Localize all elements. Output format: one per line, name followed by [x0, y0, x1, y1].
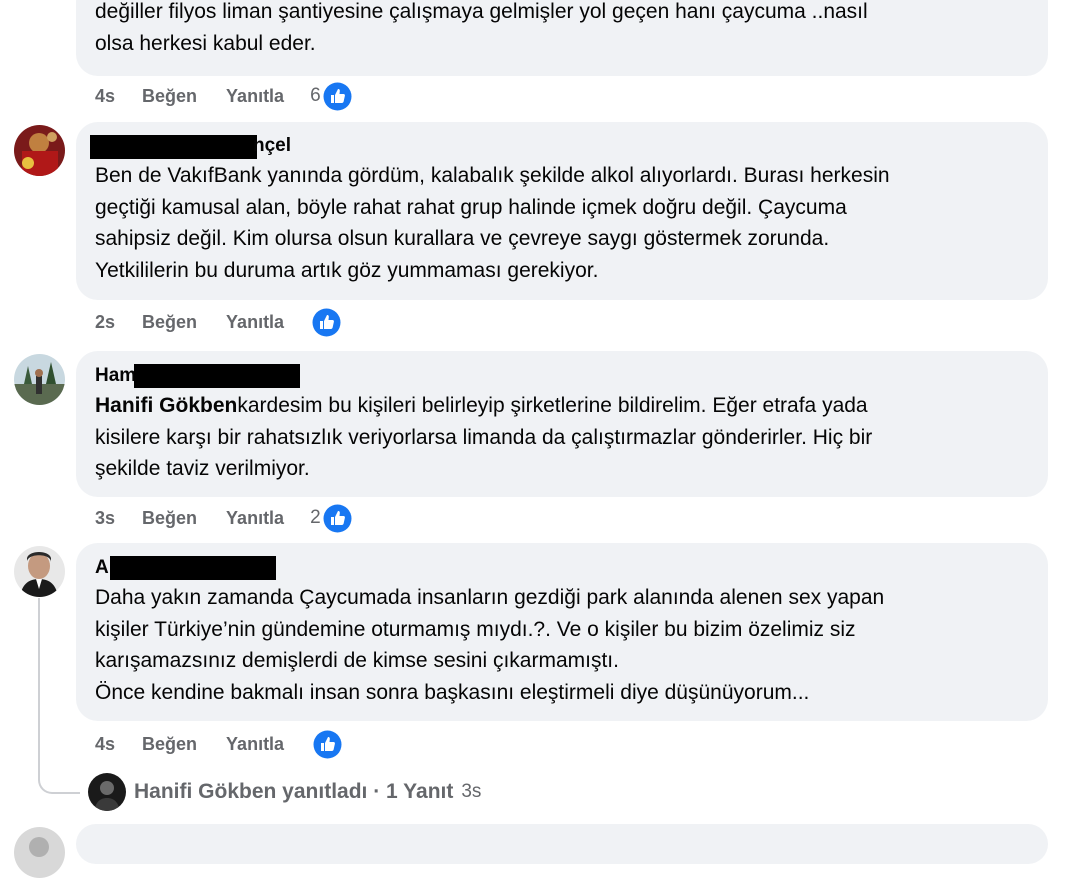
comment-line: kisilere karşı bir rahatsızlık veriyorla…	[95, 425, 873, 449]
avatar[interactable]	[14, 354, 65, 405]
comment-time[interactable]: 4s	[95, 734, 115, 755]
avatar[interactable]	[14, 125, 65, 176]
author-name[interactable]: Ham	[95, 364, 1028, 388]
comment-line: karışamazsınız demişlerdi de kimse sesin…	[95, 649, 619, 672]
view-replies-link[interactable]: Hanifi Gökben yanıtladı · 1 Yanıt 3s	[88, 773, 481, 811]
comment-line: şekilde taviz verilmiyor.	[95, 457, 310, 480]
comment-line: Daha yakın zamanda Çaycumada insanların …	[95, 586, 885, 609]
replies-summary-time: 3s	[461, 781, 482, 802]
comment-line: Ben de VakıfBank yanında gördüm, kalabal…	[95, 164, 890, 187]
reply-author-avatar	[88, 773, 126, 811]
comment-line-rest: kardesim bu kişileri belirleyip şirketle…	[237, 394, 868, 417]
comment-bubble: A Daha yakın zamanda Çaycumada insanları…	[76, 543, 1048, 721]
redaction-bar	[110, 556, 276, 580]
comment-line: değiller filyos liman şantiyesine çalışm…	[95, 0, 868, 23]
author-name-visible: nçel	[253, 135, 292, 156]
comment-text: Daha yakın zamanda Çaycumada insanların …	[95, 582, 1028, 708]
comment-text: Hanifi Gökbenkardesim bu kişileri belirl…	[95, 390, 1028, 485]
thread-connector-line	[38, 598, 80, 794]
comment-time[interactable]: 2s	[95, 312, 115, 333]
like-button[interactable]: Beğen	[142, 86, 197, 107]
comment-bubble	[76, 824, 1048, 864]
thumbs-up-icon[interactable]	[313, 730, 342, 759]
comment-text: Ben de VakıfBank yanında gördüm, kalabal…	[95, 160, 1028, 286]
reaction-count[interactable]: 2	[310, 507, 321, 529]
reply-button[interactable]: Yanıtla	[226, 734, 284, 755]
like-button[interactable]: Beğen	[142, 312, 197, 333]
redaction-bar	[90, 135, 257, 159]
thumbs-up-icon[interactable]	[323, 504, 352, 533]
comment-line: geçtiği kamusal alan, böyle rahat rahat …	[95, 195, 847, 219]
comment-text: değiller filyos liman şantiyesine çalışm…	[95, 0, 1028, 59]
comment-line: sahipsiz değil. Kim olursa olsun kuralla…	[95, 227, 830, 250]
like-button[interactable]: Beğen	[142, 734, 197, 755]
comment-actions: 3s Beğen Yanıtla 2	[95, 503, 352, 533]
comment-bubble: Ham Hanifi Gökbenkardesim bu kişileri be…	[76, 351, 1048, 497]
author-name-visible: A	[95, 557, 109, 578]
comment-line: Yetkililerin bu duruma artık göz yummama…	[95, 258, 599, 282]
comment-actions: 4s Beğen Yanıtla	[95, 729, 342, 759]
comment-bubble: değiller filyos liman şantiyesine çalışm…	[76, 0, 1048, 76]
mention-link[interactable]: Hanifi Gökben	[95, 394, 237, 417]
redaction-bar	[134, 364, 300, 388]
comment-actions: 4s Beğen Yanıtla 6	[95, 81, 352, 111]
comment-line: Önce kendine bakmalı insan sonra başkası…	[95, 680, 810, 704]
comment-time[interactable]: 3s	[95, 508, 115, 529]
comment-line: olsa herkesi kabul eder.	[95, 31, 316, 55]
comment-bubble: nçel Ben de VakıfBank yanında gördüm, ka…	[76, 122, 1048, 300]
comment-actions: 2s Beğen Yanıtla	[95, 307, 341, 337]
thumbs-up-icon[interactable]	[312, 308, 341, 337]
author-name[interactable]: A	[95, 556, 1028, 580]
reply-button[interactable]: Yanıtla	[226, 312, 284, 333]
comment-time[interactable]: 4s	[95, 86, 115, 107]
reaction-count[interactable]: 6	[310, 85, 321, 107]
reply-button[interactable]: Yanıtla	[226, 86, 284, 107]
author-name[interactable]: nçel	[90, 135, 1028, 159]
thumbs-up-icon[interactable]	[323, 82, 352, 111]
like-button[interactable]: Beğen	[142, 508, 197, 529]
reply-button[interactable]: Yanıtla	[226, 508, 284, 529]
replies-summary-text[interactable]: Hanifi Gökben yanıtladı · 1 Yanıt	[134, 780, 453, 804]
author-name-visible: Ham	[95, 365, 137, 386]
avatar[interactable]	[14, 827, 65, 878]
comment-line: Hanifi Gökbenkardesim bu kişileri belirl…	[95, 390, 1028, 422]
avatar[interactable]	[14, 546, 65, 597]
comment-line: kişiler Türkiye’nin gündemine oturmamış …	[95, 617, 856, 641]
